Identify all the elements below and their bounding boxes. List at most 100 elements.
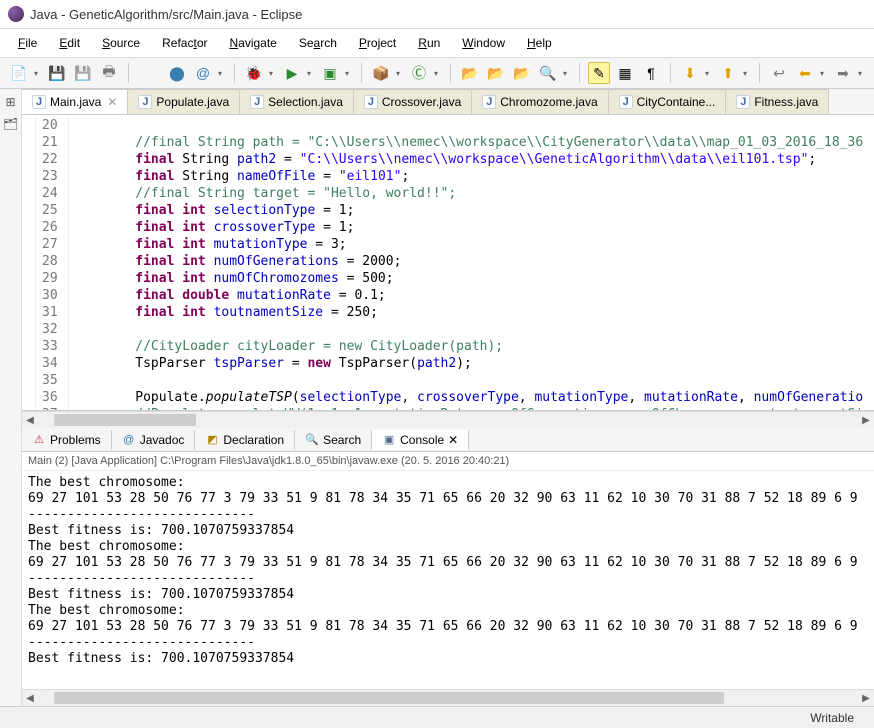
close-icon[interactable]: ✕: [448, 433, 458, 447]
separator: [234, 63, 235, 83]
new-button[interactable]: 📄: [8, 62, 30, 84]
console-process-info: Main (2) [Java Application] C:\Program F…: [22, 452, 874, 471]
folding-ruler[interactable]: [22, 115, 36, 410]
editor-horizontal-scrollbar[interactable]: ◀ ▶: [22, 411, 874, 428]
problems-icon: ⚠: [32, 433, 46, 447]
menu-edit[interactable]: Edit: [49, 33, 90, 53]
open-task-button[interactable]: 📂: [485, 62, 507, 84]
annotation-button[interactable]: @: [192, 62, 214, 84]
editor-tab-crossover-java[interactable]: JCrossover.java: [354, 89, 472, 114]
view-tab-label: Search: [323, 433, 361, 447]
separator: [361, 63, 362, 83]
java-file-icon: J: [736, 95, 750, 109]
tab-label: Fitness.java: [754, 95, 818, 109]
scroll-right-icon[interactable]: ▶: [858, 415, 874, 426]
menu-bar: FileEditSourceRefactorNavigateSearchProj…: [0, 29, 874, 58]
scroll-left-icon[interactable]: ◀: [22, 415, 38, 426]
editor-tab-populate-java[interactable]: JPopulate.java: [128, 89, 240, 114]
dropdown-icon[interactable]: ▾: [218, 69, 226, 78]
prev-annotation-button[interactable]: ⬆: [717, 62, 739, 84]
close-icon[interactable]: ✕: [107, 95, 117, 109]
editor-tab-selection-java[interactable]: JSelection.java: [240, 89, 354, 114]
last-edit-button[interactable]: ↩: [768, 62, 790, 84]
next-annotation-button[interactable]: ⬇: [679, 62, 701, 84]
open-resource-button[interactable]: 📂: [511, 62, 533, 84]
editor-tab-main-java[interactable]: JMain.java✕: [22, 89, 128, 114]
save-all-button[interactable]: 💾: [72, 62, 94, 84]
scroll-left-icon[interactable]: ◀: [22, 693, 38, 704]
dropdown-icon[interactable]: ▾: [743, 69, 751, 78]
dropdown-icon[interactable]: ▾: [820, 69, 828, 78]
editor-tab-chromozome-java[interactable]: JChromozome.java: [472, 89, 608, 114]
status-bar: Writable: [0, 706, 874, 728]
javadoc-icon: @: [122, 433, 136, 447]
view-tab-bar: ⚠ Problems @ Javadoc ◩Declaration🔍Search▣Con…: [22, 428, 874, 452]
dropdown-icon[interactable]: ▾: [705, 69, 713, 78]
menu-file[interactable]: File: [8, 33, 47, 53]
toggle-block-button[interactable]: ▦: [614, 62, 636, 84]
tab-label: Populate.java: [156, 95, 229, 109]
menu-navigate[interactable]: Navigate: [219, 33, 286, 53]
toggle-mark-button[interactable]: ✎: [588, 62, 610, 84]
eclipse-icon: [8, 6, 24, 22]
view-tab-label: Javadoc: [140, 433, 185, 447]
scroll-right-icon[interactable]: ▶: [858, 693, 874, 704]
view-tab-label: Console: [400, 433, 444, 447]
print-button[interactable]: 🖶: [98, 62, 120, 84]
debug-button[interactable]: 🐞: [243, 62, 265, 84]
view-tab-label: Problems: [50, 433, 101, 447]
editor-tab-bar: JMain.java✕JPopulate.javaJSelection.java…: [22, 89, 874, 115]
open-type-button[interactable]: 📂: [459, 62, 481, 84]
editor-mode-label: Writable: [810, 711, 854, 725]
view-tab-javadoc[interactable]: @ Javadoc: [112, 430, 196, 450]
dropdown-icon[interactable]: ▾: [434, 69, 442, 78]
view-tab-problems[interactable]: ⚠ Problems: [22, 430, 112, 450]
window-title: Java - GeneticAlgorithm/src/Main.java - …: [30, 7, 302, 22]
dropdown-icon[interactable]: ▾: [396, 69, 404, 78]
tab-label: CityContaine...: [637, 95, 716, 109]
menu-run[interactable]: Run: [408, 33, 450, 53]
menu-search[interactable]: Search: [289, 33, 347, 53]
view-tab-declaration[interactable]: ◩Declaration: [195, 430, 295, 450]
declaration-icon: ◩: [205, 433, 219, 447]
save-button[interactable]: 💾: [46, 62, 68, 84]
menu-refactor[interactable]: Refactor: [152, 33, 217, 53]
separator: [759, 63, 760, 83]
back-button[interactable]: ⬅: [794, 62, 816, 84]
new-package-button[interactable]: 📦: [370, 62, 392, 84]
view-tab-console[interactable]: ▣Console ✕: [372, 430, 469, 450]
menu-help[interactable]: Help: [517, 33, 562, 53]
show-whitespace-button[interactable]: ¶: [640, 62, 662, 84]
menu-window[interactable]: Window: [452, 33, 515, 53]
dropdown-icon[interactable]: ▾: [858, 69, 866, 78]
restore-view-icon[interactable]: ⊞: [5, 95, 15, 109]
run-button[interactable]: ▶: [281, 62, 303, 84]
dropdown-icon[interactable]: ▾: [307, 69, 315, 78]
bottom-view-stack: ⚠ Problems @ Javadoc ◩Declaration🔍Search▣Con…: [22, 428, 874, 706]
view-tab-search[interactable]: 🔍Search: [295, 430, 372, 450]
java-file-icon: J: [32, 95, 46, 109]
menu-project[interactable]: Project: [349, 33, 406, 53]
console-horizontal-scrollbar[interactable]: ◀ ▶: [22, 689, 874, 706]
new-class-button[interactable]: Ⓒ: [408, 62, 430, 84]
dropdown-icon[interactable]: ▾: [269, 69, 277, 78]
skip-breakpoints-button[interactable]: ⬤: [166, 62, 188, 84]
editor-tab-citycontaine-[interactable]: J CityContaine...: [609, 89, 727, 114]
code-area[interactable]: //final String path = "C:\\Users\\nemec\…: [69, 115, 874, 410]
tab-label: Chromozome.java: [500, 95, 597, 109]
tab-label: Selection.java: [268, 95, 343, 109]
editor-tab-fitness-java[interactable]: J Fitness.java: [726, 89, 829, 114]
title-bar: Java - GeneticAlgorithm/src/Main.java - …: [0, 0, 874, 29]
code-editor[interactable]: 202122232425262728293031323334353637 //f…: [22, 115, 874, 411]
menu-source[interactable]: Source: [92, 33, 150, 53]
dropdown-icon[interactable]: ▾: [34, 69, 42, 78]
separator: [128, 63, 129, 83]
dropdown-icon[interactable]: ▾: [345, 69, 353, 78]
java-file-icon: J: [619, 95, 633, 109]
run-last-button[interactable]: ▣: [319, 62, 341, 84]
package-explorer-icon[interactable]: 🗂: [3, 117, 18, 131]
forward-button[interactable]: ➡: [832, 62, 854, 84]
dropdown-icon[interactable]: ▾: [563, 69, 571, 78]
console-output[interactable]: The best chromosome: 69 27 101 53 28 50 …: [22, 471, 874, 689]
search-button[interactable]: 🔍: [537, 62, 559, 84]
